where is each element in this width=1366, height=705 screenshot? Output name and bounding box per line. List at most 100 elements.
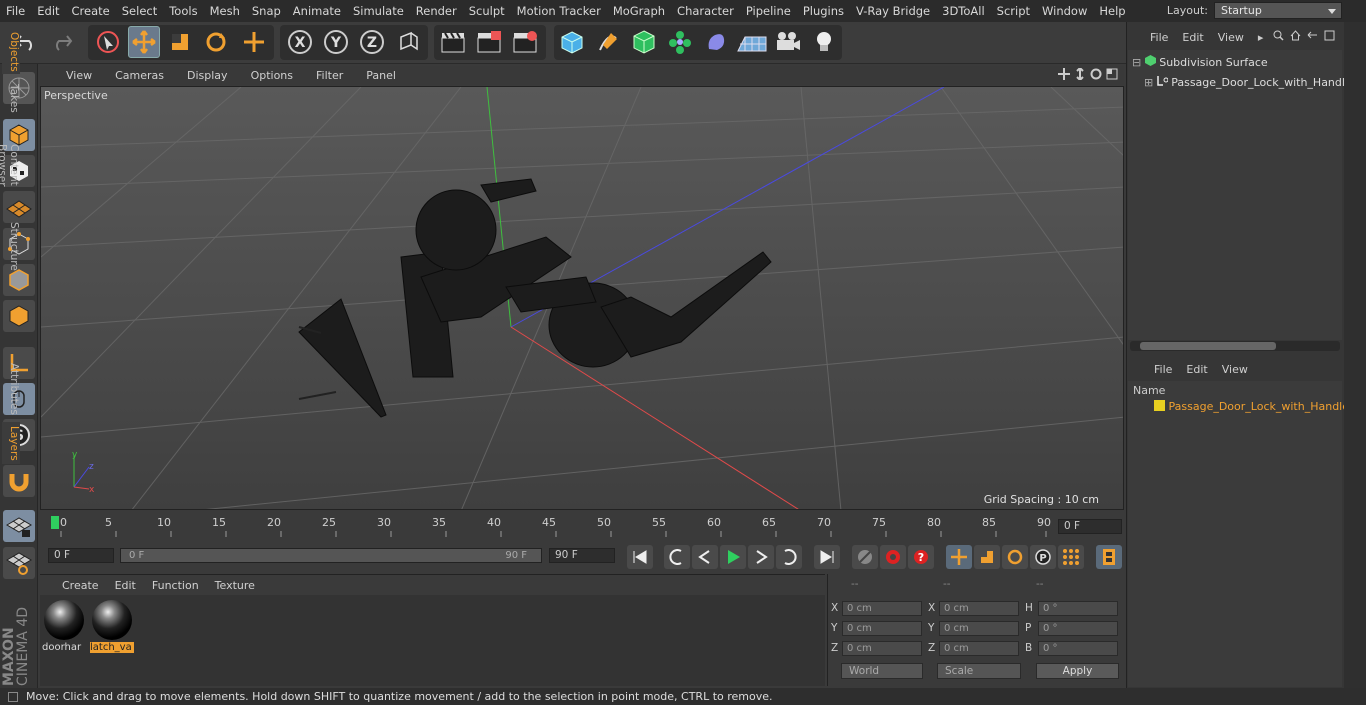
layout-dropdown[interactable]: Startup	[1214, 2, 1342, 19]
tab-structure[interactable]: Structure	[2, 220, 20, 272]
timeline-window-icon[interactable]	[1096, 545, 1122, 569]
material-menu-create[interactable]: Create	[54, 579, 107, 592]
light-icon[interactable]	[808, 26, 840, 58]
menu-mograph[interactable]: MoGraph	[607, 0, 671, 22]
menu-help[interactable]: Help	[1093, 0, 1131, 22]
layer-row[interactable]: Passage_Door_Lock_with_Handle_	[1140, 400, 1355, 413]
viewport-menu-panel[interactable]: Panel	[352, 69, 405, 82]
camera-icon[interactable]	[772, 26, 804, 58]
material-swatch-latch-va[interactable]: latch_va	[90, 598, 134, 656]
new-window-icon[interactable]	[1324, 30, 1335, 44]
size-x-field[interactable]: 0 cm	[939, 601, 1019, 616]
menu-sculpt[interactable]: Sculpt	[463, 0, 511, 22]
x-axis-icon[interactable]: X	[284, 26, 316, 58]
start-frame-field[interactable]: 0 F	[48, 548, 114, 563]
magnet-snap-icon[interactable]	[3, 465, 35, 497]
menu-edit[interactable]: Edit	[31, 0, 65, 22]
expand-icon[interactable]: ⊞	[1144, 76, 1153, 89]
next-keyframe-icon[interactable]	[776, 545, 802, 569]
objects-menu-file[interactable]: File	[1150, 31, 1176, 44]
menu-animate[interactable]: Animate	[287, 0, 347, 22]
live-selection-icon[interactable]	[92, 26, 124, 58]
object-row-subdivision[interactable]: ⊟ Subdivision Surface	[1132, 55, 1268, 69]
locked-workplane-icon[interactable]	[3, 510, 35, 542]
current-frame-field[interactable]: 0 F	[1058, 519, 1122, 534]
end-frame-field[interactable]: 90 F	[549, 548, 615, 563]
key-rotation-icon[interactable]	[1002, 545, 1028, 569]
coordinate-system-icon[interactable]	[392, 26, 424, 58]
viewport-menu-filter[interactable]: Filter	[302, 69, 352, 82]
home-icon[interactable]	[1290, 30, 1301, 44]
material-swatch-doorhar[interactable]: doorhar	[42, 598, 86, 656]
search-icon[interactable]	[1273, 30, 1284, 44]
deformer-icon[interactable]	[700, 26, 732, 58]
key-position-icon[interactable]	[946, 545, 972, 569]
menu-window[interactable]: Window	[1036, 0, 1093, 22]
tab-objects[interactable]: Objects	[2, 30, 20, 74]
viewport-menu-display[interactable]: Display	[173, 69, 237, 82]
floor-environment-icon[interactable]	[736, 26, 768, 58]
next-frame-icon[interactable]	[748, 545, 774, 569]
viewport-menu-cameras[interactable]: Cameras	[101, 69, 173, 82]
objects-menu-view[interactable]: View	[1218, 31, 1252, 44]
go-to-start-icon[interactable]	[627, 545, 653, 569]
viewport-menu-view[interactable]: View	[52, 69, 101, 82]
pen-spline-icon[interactable]	[592, 26, 624, 58]
redo-icon[interactable]	[46, 26, 78, 58]
key-point-level-icon[interactable]	[1058, 545, 1084, 569]
menu-file[interactable]: File	[0, 0, 31, 22]
scale-tool-icon[interactable]	[164, 26, 196, 58]
layers-menu-view[interactable]: View	[1222, 363, 1256, 376]
frame-range-slider[interactable]: 0 F 90 F	[120, 548, 542, 563]
position-x-field[interactable]: 0 cm	[842, 601, 922, 616]
planar-workplane-icon[interactable]	[3, 547, 35, 579]
menu-pipeline[interactable]: Pipeline	[740, 0, 797, 22]
collapse-icon[interactable]: ⊟	[1132, 56, 1141, 69]
menu-mesh[interactable]: Mesh	[204, 0, 246, 22]
zoom-view-icon[interactable]	[1074, 66, 1086, 83]
menu-create[interactable]: Create	[66, 0, 116, 22]
menu-script[interactable]: Script	[991, 0, 1036, 22]
autokeying-icon[interactable]	[880, 545, 906, 569]
layer-color-swatch[interactable]	[1154, 400, 1165, 411]
z-axis-icon[interactable]: Z	[356, 26, 388, 58]
position-z-field[interactable]: 0 cm	[842, 641, 922, 656]
cube-object-icon[interactable]	[556, 26, 588, 58]
viewport-perspective[interactable]: Perspective y z x Grid Spacing : 10 cm	[40, 86, 1124, 510]
menu-simulate[interactable]: Simulate	[347, 0, 410, 22]
size-y-field[interactable]: 0 cm	[939, 621, 1019, 636]
viewport-menu-options[interactable]: Options	[237, 69, 302, 82]
rotation-p-field[interactable]: 0 °	[1038, 621, 1118, 636]
render-settings-icon[interactable]	[509, 26, 541, 58]
previous-keyframe-icon[interactable]	[664, 545, 690, 569]
menu-vray-bridge[interactable]: V-Ray Bridge	[850, 0, 936, 22]
record-keys-icon[interactable]	[852, 545, 878, 569]
key-scale-icon[interactable]	[974, 545, 1000, 569]
material-menu-edit[interactable]: Edit	[107, 579, 144, 592]
transform-tool-icon[interactable]	[238, 26, 270, 58]
coordinate-space-dropdown[interactable]: World	[841, 663, 923, 679]
tab-attributes[interactable]: Attributes	[2, 362, 20, 416]
more-arrow-icon[interactable]: ▸	[1258, 31, 1264, 44]
tab-takes[interactable]: Takes	[2, 80, 20, 116]
tab-layers[interactable]: Layers	[2, 422, 20, 464]
material-menu-texture[interactable]: Texture	[207, 579, 263, 592]
render-picture-viewer-icon[interactable]	[473, 26, 505, 58]
menu-motion-tracker[interactable]: Motion Tracker	[511, 0, 607, 22]
key-parameter-icon[interactable]: P	[1030, 545, 1056, 569]
menu-3dtoall[interactable]: 3DToAll	[936, 0, 991, 22]
rotation-b-field[interactable]: 0 °	[1038, 641, 1118, 656]
filter-icon[interactable]	[1307, 30, 1318, 44]
keyframe-selection-icon[interactable]: ?	[908, 545, 934, 569]
menu-tools[interactable]: Tools	[163, 0, 203, 22]
rotate-tool-icon[interactable]	[200, 26, 232, 58]
menu-snap[interactable]: Snap	[246, 0, 287, 22]
menu-plugins[interactable]: Plugins	[797, 0, 850, 22]
polygons-mode-icon[interactable]	[3, 300, 35, 332]
layers-menu-edit[interactable]: Edit	[1186, 363, 1215, 376]
toggle-views-icon[interactable]	[1106, 68, 1118, 83]
subdivision-surface-icon[interactable]	[628, 26, 660, 58]
cloner-icon[interactable]	[664, 26, 696, 58]
scale-mode-dropdown[interactable]: Scale	[937, 663, 1021, 679]
material-menu-function[interactable]: Function	[144, 579, 207, 592]
